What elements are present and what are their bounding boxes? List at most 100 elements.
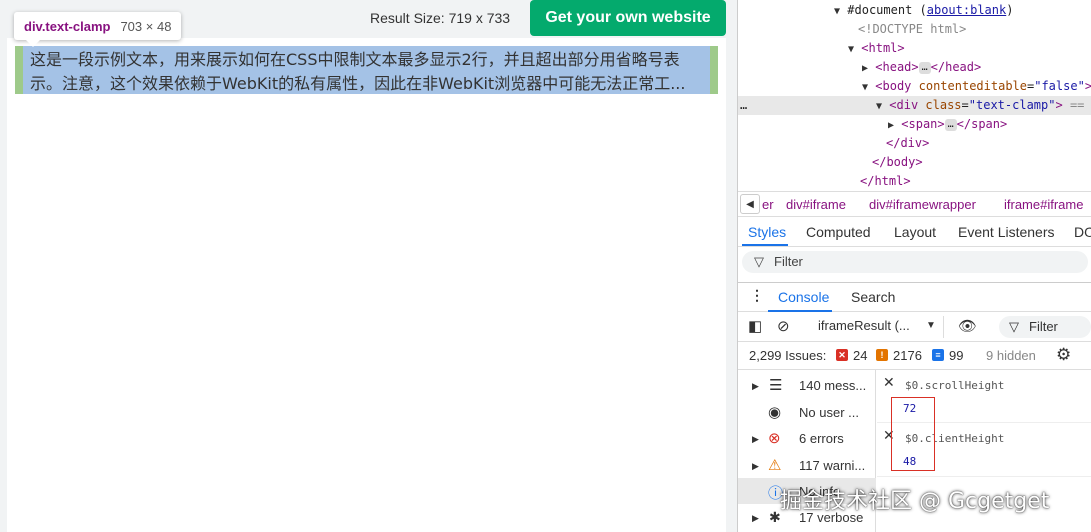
active-tab-indicator bbox=[742, 244, 788, 246]
result-iframe[interactable] bbox=[7, 38, 726, 532]
drawer-tabbar: ⋮ Console Search bbox=[738, 282, 1091, 312]
watermark: 掘金技术社区 @ Gcgetget bbox=[780, 489, 1050, 514]
eye-icon[interactable]: 👁 bbox=[958, 317, 977, 335]
tab-computed[interactable]: Computed bbox=[806, 224, 871, 240]
tab-layout[interactable]: Layout bbox=[894, 224, 936, 240]
result-pane: Result Size: 719 x 733 Get your own webs… bbox=[0, 0, 737, 532]
get-website-button[interactable]: Get your own website bbox=[530, 0, 726, 36]
span-close-tag: </span> bbox=[956, 117, 1008, 131]
dom-row-doctype[interactable]: <!DOCTYPE html> bbox=[858, 20, 966, 39]
close-icon[interactable]: ✕ bbox=[883, 375, 895, 391]
clear-console-icon[interactable]: ⊘ bbox=[777, 317, 790, 335]
tab-console[interactable]: Console bbox=[778, 289, 829, 305]
div-close-tag: </div> bbox=[886, 136, 930, 150]
expand-triangle-icon[interactable]: ▶ bbox=[752, 513, 759, 524]
tooltip-selector: div.text-clamp bbox=[24, 18, 111, 34]
expand-triangle-icon[interactable]: ▼ bbox=[848, 44, 854, 55]
bug-icon: ✱ bbox=[769, 509, 781, 525]
styles-filter-placeholder: Filter bbox=[774, 254, 803, 269]
dom-row-body[interactable]: ▼ <body contenteditable="false"> bbox=[862, 77, 1091, 96]
sidebar-toggle-icon[interactable]: ◧ bbox=[748, 317, 762, 335]
expand-triangle-icon[interactable]: ▼ bbox=[862, 82, 868, 93]
console-filter-input[interactable]: ▽ Filter bbox=[999, 316, 1091, 338]
div-open-end: > bbox=[1055, 98, 1063, 112]
expand-triangle-icon[interactable]: ▶ bbox=[752, 434, 759, 445]
dom-row-document[interactable]: ▼ #document (about:blank) bbox=[834, 1, 1013, 20]
body-close-tag: </body> bbox=[872, 155, 923, 169]
breadcrumb-scroll-left-icon[interactable]: ◀ bbox=[740, 194, 760, 214]
document-node: #document bbox=[847, 3, 913, 17]
breadcrumb-item[interactable]: div#iframewrapper bbox=[869, 197, 976, 212]
expand-triangle-icon[interactable]: ▼ bbox=[876, 101, 882, 112]
warning-badge-icon: ! bbox=[876, 349, 888, 361]
breadcrumb-item[interactable]: iframe#iframe bbox=[1004, 197, 1083, 212]
tab-styles[interactable]: Styles bbox=[748, 224, 786, 240]
expand-triangle-icon[interactable]: ▼ bbox=[834, 6, 840, 17]
clamp-line-2: 示。注意，这个效果依赖于WebKit的私有属性，因此在非WebKit浏览器中可能… bbox=[30, 74, 686, 93]
gear-icon[interactable]: ⚙ bbox=[1056, 345, 1071, 365]
sidebar-item-warnings[interactable]: ▶ ⚠ 117 warni... bbox=[738, 452, 876, 478]
collapsed-ellipsis-icon[interactable]: … bbox=[918, 61, 931, 74]
row-menu-icon[interactable]: … bbox=[740, 98, 747, 112]
breadcrumb-item[interactable]: er bbox=[762, 197, 774, 212]
tab-search[interactable]: Search bbox=[851, 289, 895, 305]
breadcrumb-item[interactable]: div#iframe bbox=[786, 197, 846, 212]
styles-tabbar: Styles Computed Layout Event Listeners D… bbox=[738, 218, 1091, 247]
sidebar-item-label: 140 mess... bbox=[799, 378, 867, 393]
dom-row-div-close[interactable]: </div> bbox=[886, 134, 929, 153]
error-badge-icon: ✕ bbox=[836, 349, 848, 361]
tooltip-arrow bbox=[26, 40, 40, 47]
head-close-tag: </head> bbox=[930, 60, 982, 74]
body-attr-value: "false" bbox=[1034, 79, 1085, 93]
user-icon: ◉ bbox=[768, 404, 782, 421]
div-open-tag: <div bbox=[889, 98, 919, 112]
context-selector[interactable]: iframeResult (... ▼ bbox=[810, 316, 944, 338]
issues-info-count: 99 bbox=[949, 348, 964, 363]
span-open-tag: <span> bbox=[901, 117, 945, 131]
dom-row-div-selected[interactable]: ▼ <div class="text-clamp"> == $0 bbox=[876, 96, 1091, 115]
drawer-menu-icon[interactable]: ⋮ bbox=[750, 287, 764, 304]
document-url-link[interactable]: about:blank bbox=[927, 3, 1006, 17]
tab-event-listeners[interactable]: Event Listeners bbox=[958, 224, 1055, 240]
dom-row-html-close[interactable]: </html> bbox=[860, 172, 911, 191]
issues-error-count: 24 bbox=[853, 348, 868, 363]
clamp-line-1: 这是一段示例文本，用来展示如何在CSS中限制文本最多显示2行，并且超出部分用省略… bbox=[30, 50, 680, 69]
head-open-tag: <head> bbox=[875, 60, 919, 74]
context-selector-label: iframeResult (... bbox=[818, 318, 910, 333]
div-attr-name: class bbox=[925, 98, 962, 112]
screen: Result Size: 719 x 733 Get your own webs… bbox=[0, 0, 1091, 532]
body-attr-name: contenteditable bbox=[918, 79, 1027, 93]
expand-triangle-icon[interactable]: ▶ bbox=[752, 381, 759, 392]
dom-row-menu[interactable]: … bbox=[740, 96, 747, 115]
highlight-annotation-box bbox=[891, 397, 935, 471]
pane-splitter[interactable] bbox=[726, 38, 737, 532]
collapse-triangle-icon[interactable]: ▶ bbox=[862, 63, 868, 74]
filter-icon: ▽ bbox=[754, 254, 764, 269]
sidebar-item-errors[interactable]: ▶ ⊗ 6 errors bbox=[738, 425, 876, 451]
console-expression: $0.scrollHeight bbox=[905, 379, 1005, 392]
console-toolbar: ◧ ⊘ iframeResult (... ▼ 👁 ▽ Filter bbox=[738, 312, 1091, 342]
dom-row-span[interactable]: ▶ <span>… </span> bbox=[888, 115, 1007, 134]
styles-filter-input[interactable]: ▽ Filter bbox=[742, 251, 1088, 273]
console-filter-placeholder: Filter bbox=[1029, 319, 1058, 334]
selected-node-marker: == $0 bbox=[1069, 98, 1091, 112]
warning-icon: ⚠ bbox=[768, 457, 782, 474]
sidebar-item-user-messages[interactable]: ◉ No user ... bbox=[738, 399, 876, 425]
sidebar-item-label: 6 errors bbox=[799, 431, 844, 446]
collapsed-ellipsis-icon[interactable]: … bbox=[944, 118, 957, 131]
tab-dom-breakpoints[interactable]: DO bbox=[1074, 224, 1091, 240]
sidebar-item-messages[interactable]: ▶ ☰ 140 mess... bbox=[738, 372, 876, 398]
issues-bar[interactable]: 2,299 Issues: ✕ 24 ! 2176 ≡ 99 9 hidden … bbox=[738, 342, 1091, 370]
expand-triangle-icon[interactable]: ▶ bbox=[752, 461, 759, 472]
dom-row-html[interactable]: ▼ <html> bbox=[848, 39, 905, 58]
html-open-tag: <html> bbox=[861, 41, 905, 55]
dom-row-body-close[interactable]: </body> bbox=[872, 153, 923, 172]
collapse-triangle-icon[interactable]: ▶ bbox=[888, 120, 894, 131]
body-open-tag: <body bbox=[875, 79, 912, 93]
dom-row-head[interactable]: ▶ <head>… </head> bbox=[862, 58, 981, 77]
body-open-end: > bbox=[1085, 79, 1091, 93]
issues-hidden-count: 9 hidden bbox=[986, 348, 1036, 363]
inspector-tooltip: div.text-clamp 703 × 48 bbox=[14, 12, 182, 40]
sidebar-item-label: 117 warni... bbox=[799, 458, 866, 473]
text-clamp-div: 这是一段示例文本，用来展示如何在CSS中限制文本最多显示2行，并且超出部分用省略… bbox=[30, 48, 690, 96]
